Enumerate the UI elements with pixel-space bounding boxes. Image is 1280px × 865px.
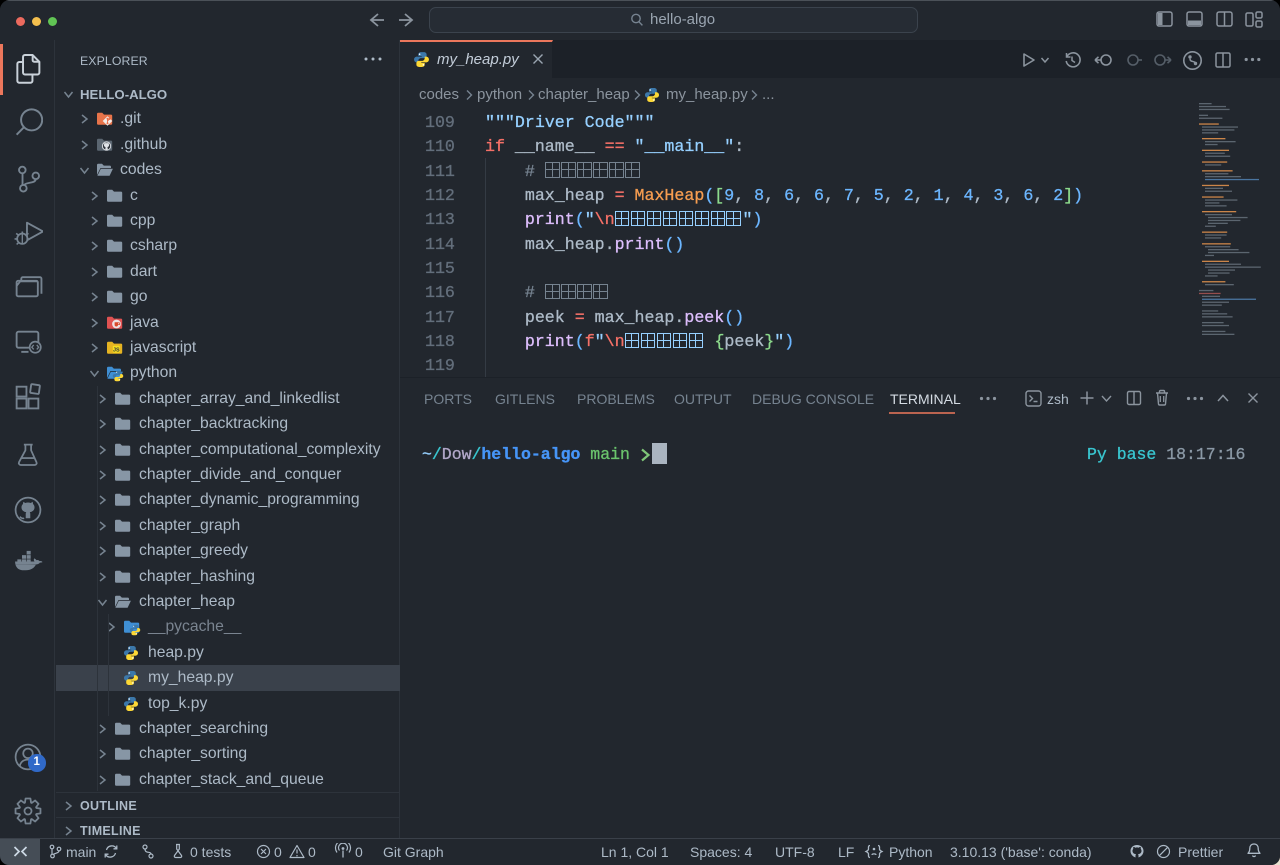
- svg-text:JS: JS: [113, 347, 120, 353]
